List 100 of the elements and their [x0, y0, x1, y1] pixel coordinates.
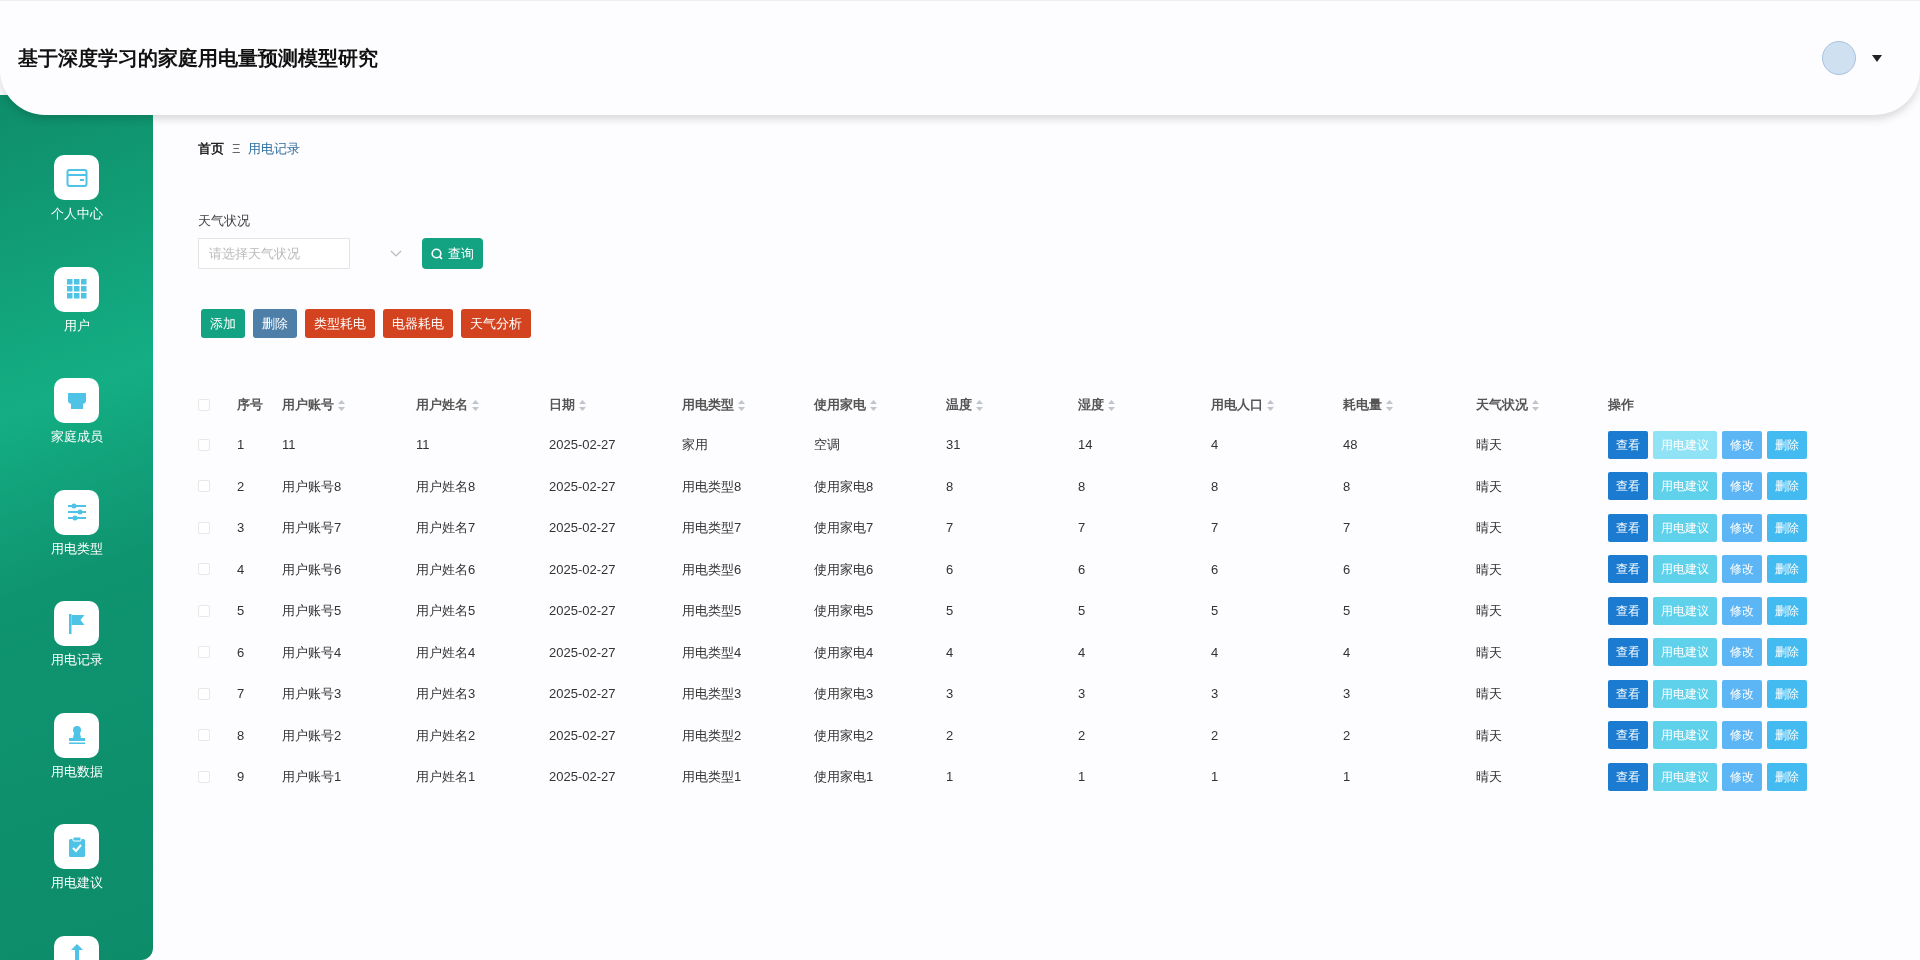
- table-cell: 用户姓名8: [416, 478, 476, 494]
- row-action-button[interactable]: 修改: [1722, 596, 1762, 625]
- row-action-button[interactable]: 修改: [1722, 430, 1762, 459]
- menu-label[interactable]: 用电数据: [50, 761, 103, 781]
- column-header[interactable]: 使用家电: [814, 395, 866, 415]
- table-cell: 用户姓名6: [416, 561, 476, 577]
- menu-label[interactable]: 用户: [63, 315, 90, 335]
- row-action-button[interactable]: 查看: [1608, 679, 1648, 708]
- table-cell: 31: [946, 437, 961, 452]
- row-action-button[interactable]: 删除: [1767, 721, 1807, 750]
- table-cell: 用电类型4: [682, 644, 742, 660]
- row-action-button[interactable]: 用电建议: [1653, 638, 1717, 667]
- row-action-button[interactable]: 用电建议: [1653, 762, 1717, 791]
- table-cell: 6: [237, 644, 245, 660]
- row-action-button[interactable]: 查看: [1608, 555, 1648, 584]
- row-action-button[interactable]: 修改: [1722, 513, 1762, 542]
- row-action-button[interactable]: 用电建议: [1653, 555, 1717, 584]
- column-header[interactable]: 用电类型: [682, 395, 734, 415]
- menu-label[interactable]: 个人中心: [50, 204, 103, 224]
- table-cell: 7: [1211, 520, 1219, 535]
- row-action-button[interactable]: 修改: [1722, 679, 1762, 708]
- table-cell: 2025-02-27: [549, 727, 616, 743]
- table-cell: 用电类型5: [682, 603, 742, 618]
- search-button[interactable]: 查询: [422, 238, 483, 269]
- toolbar-button[interactable]: 类型耗电: [305, 309, 375, 338]
- row-action-button[interactable]: 查看: [1608, 721, 1648, 750]
- row-action-button[interactable]: 修改: [1722, 472, 1762, 501]
- table-cell: 使用家电1: [814, 769, 874, 784]
- row-action-button[interactable]: 查看: [1608, 472, 1648, 501]
- table-cell: 2025-02-27: [549, 603, 616, 618]
- row-action-button[interactable]: 用电建议: [1653, 472, 1717, 501]
- table-cell: 使用家电5: [814, 603, 874, 618]
- row-action-button[interactable]: 用电建议: [1653, 721, 1717, 750]
- row-action-button[interactable]: 删除: [1767, 430, 1807, 459]
- column-header[interactable]: 耗电量: [1343, 395, 1382, 415]
- row-action-button[interactable]: 删除: [1767, 596, 1807, 625]
- table-cell: 晴天: [1476, 769, 1502, 784]
- table-cell: 用户账号8: [282, 478, 342, 494]
- table-cell: 4: [946, 644, 954, 660]
- table-cell: 晴天: [1476, 437, 1502, 452]
- row-action-button[interactable]: 用电建议: [1653, 596, 1717, 625]
- table-cell: 晴天: [1476, 478, 1502, 494]
- column-header[interactable]: 用户姓名: [416, 395, 468, 415]
- toolbar-button[interactable]: 添加: [201, 309, 245, 338]
- row-action-button[interactable]: 删除: [1767, 555, 1807, 584]
- table-cell: 使用家电8: [814, 478, 874, 494]
- table-cell: 2025-02-27: [549, 561, 616, 577]
- row-action-button[interactable]: 删除: [1767, 679, 1807, 708]
- table-cell: 5: [1211, 603, 1219, 618]
- row-action-button[interactable]: 删除: [1767, 638, 1807, 667]
- row-action-button[interactable]: 删除: [1767, 472, 1807, 501]
- table-cell: 7: [1343, 520, 1351, 535]
- toolbar-button[interactable]: 删除: [253, 309, 297, 338]
- table-cell: 5: [1078, 603, 1086, 618]
- row-action-button[interactable]: 查看: [1608, 638, 1648, 667]
- row-action-button[interactable]: 用电建议: [1653, 679, 1717, 708]
- table-cell: 用户账号4: [282, 644, 342, 660]
- table-cell: 1: [946, 769, 954, 784]
- table-cell: 用户姓名4: [416, 644, 476, 660]
- table-cell: 48: [1343, 437, 1358, 452]
- table-cell: 3: [237, 520, 245, 535]
- column-header[interactable]: 天气状况: [1476, 395, 1528, 415]
- table-cell: 8: [946, 478, 954, 494]
- menu-label[interactable]: 用电建议: [50, 873, 103, 893]
- table-cell: 2: [946, 727, 954, 743]
- row-action-button[interactable]: 删除: [1767, 762, 1807, 791]
- table-cell: 8: [1343, 478, 1351, 494]
- row-action-button[interactable]: 修改: [1722, 762, 1762, 791]
- filter-label: 天气状况: [198, 211, 251, 230]
- breadcrumb-separator: Ξ: [232, 140, 241, 158]
- column-header[interactable]: 用户账号: [282, 395, 334, 415]
- toolbar-button[interactable]: 电器耗电: [383, 309, 453, 338]
- table-cell: 用户账号6: [282, 561, 342, 577]
- row-action-button[interactable]: 查看: [1608, 513, 1648, 542]
- row-action-button[interactable]: 修改: [1722, 638, 1762, 667]
- toolbar-button[interactable]: 天气分析: [461, 309, 531, 338]
- menu-label[interactable]: 家庭成员: [50, 427, 103, 447]
- table-cell: 用户姓名5: [416, 603, 476, 618]
- table-cell: 3: [1211, 686, 1219, 701]
- breadcrumb-home[interactable]: 首页: [198, 139, 224, 159]
- row-action-button[interactable]: 删除: [1767, 513, 1807, 542]
- row-action-button[interactable]: 修改: [1722, 721, 1762, 750]
- row-action-button[interactable]: 查看: [1608, 430, 1648, 459]
- row-action-button[interactable]: 查看: [1608, 596, 1648, 625]
- table-cell: 11: [416, 437, 430, 452]
- column-header[interactable]: 用电人口: [1211, 395, 1263, 415]
- table-cell: 晴天: [1476, 603, 1502, 618]
- table-cell: 1: [1211, 769, 1219, 784]
- weather-select[interactable]: 请选择天气状况: [198, 238, 350, 269]
- table-cell: 使用家电2: [814, 727, 874, 743]
- row-action-button[interactable]: 修改: [1722, 555, 1762, 584]
- table-cell: 用电类型2: [682, 727, 742, 743]
- row-action-button[interactable]: 查看: [1608, 762, 1648, 791]
- column-header[interactable]: 湿度: [1078, 395, 1104, 415]
- menu-label[interactable]: 用电类型: [50, 538, 103, 558]
- column-header[interactable]: 温度: [946, 395, 972, 415]
- row-action-button[interactable]: 用电建议: [1653, 513, 1717, 542]
- column-header[interactable]: 日期: [549, 395, 575, 415]
- table-cell: 14: [1078, 437, 1093, 452]
- menu-label[interactable]: 用电记录: [50, 650, 103, 670]
